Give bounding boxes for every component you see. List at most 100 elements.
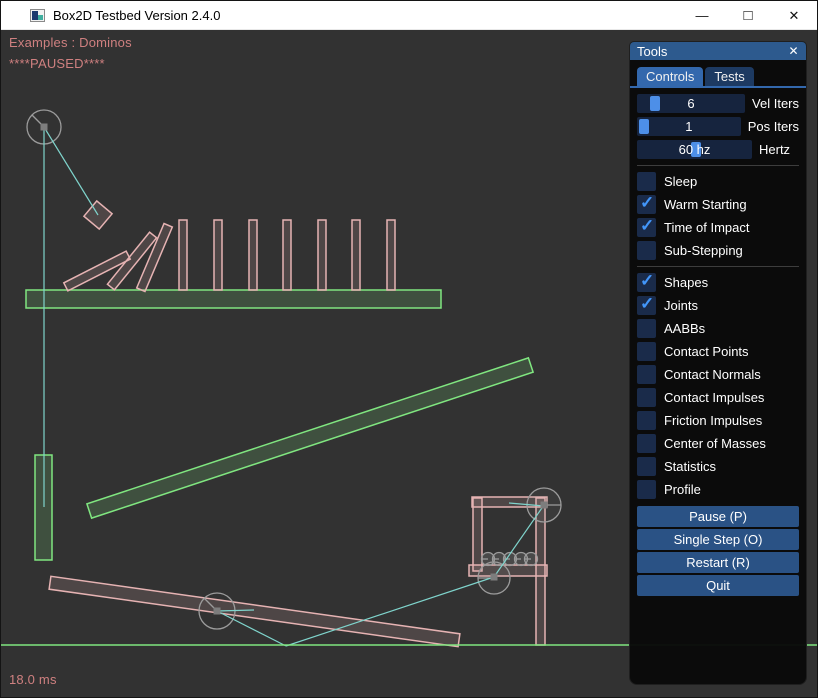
checkbox-box[interactable]: ✓ [637, 365, 656, 384]
domino[interactable] [179, 220, 187, 290]
minimize-button[interactable]: — [679, 1, 725, 30]
quit-button[interactable]: Quit [637, 575, 799, 596]
domino[interactable] [352, 220, 360, 290]
checkbox-box[interactable]: ✓ [637, 480, 656, 499]
checkbox-box[interactable]: ✓ [637, 434, 656, 453]
fallen-domino[interactable] [137, 224, 173, 292]
close-icon: ✕ [788, 44, 798, 58]
checkbox-statistics[interactable]: ✓ Statistics [637, 457, 799, 476]
checkbox-box[interactable]: ✓ [637, 172, 656, 191]
checkbox-box[interactable]: ✓ [637, 241, 656, 260]
checkbox-box[interactable]: ✓ [637, 273, 656, 292]
checkbox-box[interactable]: ✓ [637, 457, 656, 476]
app-window: Box2D Testbed Version 2.4.0 — □ ✕ [0, 0, 818, 698]
checkbox-label: Sleep [664, 174, 697, 189]
checkbox-label: Contact Impulses [664, 390, 764, 405]
tab-underline [630, 86, 806, 88]
app-icon [30, 9, 45, 22]
checkbox-label: Sub-Stepping [664, 243, 743, 258]
checkbox-contact-normals[interactable]: ✓ Contact Normals [637, 365, 799, 384]
checkbox-center-of-masses[interactable]: ✓ Center of Masses [637, 434, 799, 453]
checkbox-label: AABBs [664, 321, 705, 336]
tools-panel-titlebar[interactable]: Tools ✕ [630, 42, 806, 60]
close-icon: ✕ [789, 8, 800, 24]
vel-iters-value: 6 [637, 94, 745, 113]
tab-tests[interactable]: Tests [705, 67, 753, 86]
close-button[interactable]: ✕ [771, 1, 817, 30]
check-icon: ✓ [640, 294, 654, 314]
domino[interactable] [318, 220, 326, 290]
pos-iters-value: 1 [637, 117, 741, 136]
slider-row-vel-iters: 6 Vel Iters [637, 94, 799, 113]
example-label: Examples : Dominos [9, 35, 132, 50]
minimize-icon: — [696, 8, 709, 23]
slider-row-pos-iters: 1 Pos Iters [637, 117, 799, 136]
tools-close-button[interactable]: ✕ [785, 42, 802, 60]
checkbox-warm-starting[interactable]: ✓ Warm Starting [637, 195, 799, 214]
pos-iters-slider[interactable]: 1 [637, 117, 741, 136]
domino-platform [26, 290, 441, 308]
checkbox-label: Friction Impulses [664, 413, 762, 428]
button-group: Pause (P) Single Step (O) Restart (R) Qu… [637, 506, 799, 598]
pause-button[interactable]: Pause (P) [637, 506, 799, 527]
maximize-button[interactable]: □ [725, 1, 771, 30]
separator [637, 266, 799, 267]
checkbox-contact-points[interactable]: ✓ Contact Points [637, 342, 799, 361]
checkbox-joints[interactable]: ✓ Joints [637, 296, 799, 315]
pendulum-joint-line [44, 127, 98, 215]
separator [637, 165, 799, 166]
checkbox-sleep[interactable]: ✓ Sleep [637, 172, 799, 191]
checkbox-box[interactable]: ✓ [637, 411, 656, 430]
hertz-slider[interactable]: 60 hz [637, 140, 752, 159]
checkbox-box[interactable]: ✓ [637, 319, 656, 338]
checkbox-box[interactable]: ✓ [637, 218, 656, 237]
paused-label: ****PAUSED**** [9, 56, 105, 71]
simulation-canvas[interactable]: Examples : Dominos ****PAUSED**** 18.0 m… [1, 30, 817, 697]
checkbox-box[interactable]: ✓ [637, 388, 656, 407]
checkbox-label: Contact Points [664, 344, 749, 359]
tab-controls[interactable]: Controls [637, 67, 703, 86]
checkbox-label: Center of Masses [664, 436, 766, 451]
seesaw-plank[interactable] [49, 576, 460, 646]
checkbox-label: Statistics [664, 459, 716, 474]
hertz-label: Hertz [759, 142, 790, 157]
domino[interactable] [387, 220, 395, 290]
checkbox-friction-impulses[interactable]: ✓ Friction Impulses [637, 411, 799, 430]
restart-button[interactable]: Restart (R) [637, 552, 799, 573]
checkbox-box[interactable]: ✓ [637, 342, 656, 361]
domino[interactable] [214, 220, 222, 290]
checkbox-shapes[interactable]: ✓ Shapes [637, 273, 799, 292]
tools-panel-title: Tools [637, 44, 667, 59]
tools-panel-body: Controls Tests 6 Vel Iters 1 P [630, 60, 806, 598]
checkbox-label: Contact Normals [664, 367, 761, 382]
checkbox-label: Shapes [664, 275, 708, 290]
hertz-value: 60 hz [637, 140, 752, 159]
pos-iters-label: Pos Iters [748, 119, 799, 134]
joint-anchors [41, 124, 548, 615]
vel-iters-label: Vel Iters [752, 96, 799, 111]
checkbox-sub-stepping[interactable]: ✓ Sub-Stepping [637, 241, 799, 260]
vel-iters-slider[interactable]: 6 [637, 94, 745, 113]
checkbox-label: Warm Starting [664, 197, 747, 212]
frame-time-label: 18.0 ms [9, 672, 57, 687]
os-titlebar[interactable]: Box2D Testbed Version 2.4.0 — □ ✕ [1, 1, 817, 30]
ramp-plank [87, 358, 533, 518]
check-icon: ✓ [640, 193, 654, 213]
check-icon: ✓ [640, 216, 654, 236]
checkbox-label: Joints [664, 298, 698, 313]
checkbox-contact-impulses[interactable]: ✓ Contact Impulses [637, 388, 799, 407]
checkbox-label: Profile [664, 482, 701, 497]
checkbox-label: Time of Impact [664, 220, 749, 235]
checkbox-aabbs[interactable]: ✓ AABBs [637, 319, 799, 338]
checkbox-profile[interactable]: ✓ Profile [637, 480, 799, 499]
checkbox-box[interactable]: ✓ [637, 195, 656, 214]
single-step-button[interactable]: Single Step (O) [637, 529, 799, 550]
domino[interactable] [249, 220, 257, 290]
maximize-icon: □ [743, 7, 752, 24]
checkbox-time-of-impact[interactable]: ✓ Time of Impact [637, 218, 799, 237]
cradle-left-post[interactable] [473, 498, 482, 571]
check-icon: ✓ [640, 271, 654, 291]
domino[interactable] [283, 220, 291, 290]
checkbox-box[interactable]: ✓ [637, 296, 656, 315]
window-title: Box2D Testbed Version 2.4.0 [53, 8, 220, 23]
